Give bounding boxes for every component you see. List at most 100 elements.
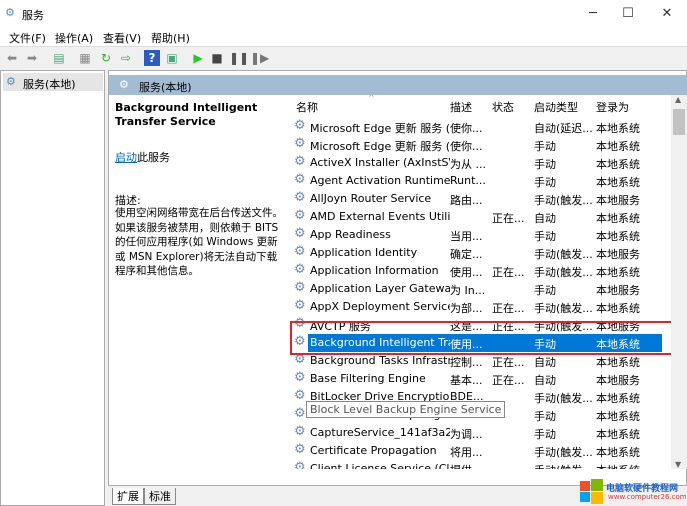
refresh-icon[interactable]: ↻	[98, 50, 114, 66]
cell-1: 将用...	[450, 446, 483, 459]
cell-0: Agent Activation Runtime_...	[310, 174, 450, 187]
highlight-box	[290, 321, 671, 355]
cell-0: Base Filtering Engine	[310, 372, 426, 385]
window-title: 服务	[22, 9, 44, 22]
column-headers: 名称 ^ 描述 状态 启动类型 登录为	[286, 95, 666, 117]
cell-4: 本地系统	[596, 392, 640, 405]
menu-action[interactable]: 操作(A)	[55, 30, 93, 46]
menu-view[interactable]: 查看(V)	[103, 30, 141, 46]
detail-panel: Background Intelligent Transfer Service …	[109, 95, 286, 475]
service-row[interactable]: ⚙ Client License Service (Clip...提供... 手动(…	[286, 460, 666, 469]
scrollbar-thumb[interactable]	[673, 109, 685, 135]
cell-0: Certificate Propagation	[310, 444, 437, 457]
scroll-down-icon[interactable]: ▼	[675, 460, 681, 469]
view-icon[interactable]: ▣	[164, 50, 180, 66]
menu-file[interactable]: 文件(F)	[9, 30, 46, 46]
service-row[interactable]: ⚙ AMD External Events Utility 正在... 自动 本地系统	[286, 208, 666, 226]
menu-help[interactable]: 帮助(H)	[151, 30, 190, 46]
cell-3: 手动	[534, 428, 556, 441]
service-row[interactable]: ⚙ Application Identity 确定... 手动(触发... 本地服务	[286, 244, 666, 262]
properties-icon[interactable]: ▦	[77, 50, 93, 66]
service-row[interactable]: ⚙ Agent Activation Runtime_...Runt... 手动 本地…	[286, 172, 666, 190]
stop-icon[interactable]: ■	[209, 50, 225, 66]
cell-4: 本地服务	[596, 374, 640, 387]
view-tabs: 扩展 标准	[108, 486, 308, 506]
cell-0: AllJoyn Router Service	[310, 192, 432, 205]
cell-4: 本地系统	[596, 410, 640, 423]
cell-0: Microsoft Edge 更新 服务 (...	[310, 122, 450, 135]
cell-4: 本地系统	[596, 140, 640, 153]
cell-1: 基本...	[450, 374, 483, 387]
column-name[interactable]: 名称	[296, 99, 318, 115]
cell-1: 为调...	[450, 428, 483, 441]
service-row[interactable]: ⚙ CaptureService_141af3a2 为调... 手动 本地系统	[286, 424, 666, 442]
cell-4: 本地系统	[596, 428, 640, 441]
console-tree-icon[interactable]: ▤	[51, 50, 67, 66]
column-status[interactable]: 状态	[492, 99, 514, 115]
gear-icon: ⚙	[294, 442, 306, 457]
cell-4: 本地系统	[596, 230, 640, 243]
back-icon[interactable]: ⬅	[4, 50, 20, 66]
service-row[interactable]: ⚙ Application Information 使用... 正在... 手动(触发.…	[286, 262, 666, 280]
pane-header: ⚙ 服务(本地)	[109, 75, 687, 95]
forward-icon[interactable]: ➡	[24, 50, 40, 66]
service-row[interactable]: ⚙ Microsoft Edge 更新 服务 (... 使你... 自动(延迟... 本…	[286, 118, 666, 136]
resume-icon[interactable]: ❚▶	[250, 50, 269, 66]
close-button[interactable]: ✕	[652, 4, 682, 24]
description-text: 使用空闲网络带宽在后台传送文件。如果该服务被禁用，则依赖于 BITS 的任何应用…	[115, 207, 283, 277]
cell-3: 手动(触发...	[534, 302, 593, 315]
cell-1: 使你...	[450, 140, 483, 153]
service-row[interactable]: ⚙ Application Layer Gateway ...为 In... 手动 本…	[286, 280, 666, 298]
watermark-url: www.computer26.com	[608, 493, 687, 501]
cell-1: 使你...	[450, 122, 483, 135]
service-row[interactable]: ⚙ AppX Deployment Service ...为部... 正在... 手动…	[286, 298, 666, 316]
cell-1: Runt...	[450, 174, 486, 187]
cell-4: 本地系统	[596, 446, 640, 459]
vertical-scrollbar[interactable]: ▲ ▼	[671, 95, 687, 469]
service-row[interactable]: ⚙ Microsoft Edge 更新 服务 (... 使你... 手动 本地系统	[286, 136, 666, 154]
service-row[interactable]: ⚙ Base Filtering Engine 基本... 正在... 自动 本地服务	[286, 370, 666, 388]
services-icon: ⚙	[5, 6, 15, 19]
pause-icon[interactable]: ❚❚	[229, 50, 249, 66]
cell-3: 手动	[534, 410, 556, 423]
scroll-up-icon[interactable]: ▲	[675, 95, 681, 104]
service-row[interactable]: ⚙ ActiveX Installer (AxInstSV) 为从 ... 手动 本地系…	[286, 154, 666, 172]
gear-icon: ⚙	[294, 370, 306, 385]
maximize-button[interactable]: ☐	[613, 4, 643, 24]
start-service-link[interactable]: 启动	[115, 151, 137, 164]
tab-extended[interactable]: 扩展	[112, 488, 144, 505]
play-icon[interactable]: ▶	[190, 50, 206, 66]
column-startup-type[interactable]: 启动类型	[534, 99, 578, 115]
cell-0: Application Information	[310, 264, 439, 277]
cell-1: 为从 ...	[450, 158, 486, 171]
services-icon: ⚙	[6, 75, 16, 88]
tree-item-label: 服务(本地)	[23, 78, 76, 91]
gear-icon: ⚙	[294, 208, 306, 223]
tree-item-services-local[interactable]: ⚙ 服务(本地)	[3, 73, 103, 91]
minimize-button[interactable]: ─	[578, 4, 608, 24]
gear-icon: ⚙	[294, 154, 306, 169]
column-log-on-as[interactable]: 登录为	[596, 99, 629, 115]
export-icon[interactable]: ⇨	[118, 50, 134, 66]
column-description[interactable]: 描述	[450, 99, 472, 115]
cell-2: 正在...	[492, 266, 525, 279]
cell-3: 自动	[534, 212, 556, 225]
cell-0: Microsoft Edge 更新 服务 (...	[310, 140, 450, 153]
cell-3: 手动	[534, 230, 556, 243]
services-icon: ⚙	[119, 78, 129, 91]
gear-icon: ⚙	[294, 424, 306, 439]
cell-4: 本地系统	[596, 462, 660, 469]
tab-standard[interactable]: 标准	[144, 488, 176, 505]
cell-4: 本地系统	[596, 158, 640, 171]
cell-1: 为部...	[450, 302, 483, 315]
gear-icon: ⚙	[294, 262, 306, 277]
cell-4: 本地系统	[596, 302, 640, 315]
cell-3: 手动(触发...	[534, 194, 593, 207]
service-row[interactable]: ⚙ App Readiness 当用... 手动 本地系统	[286, 226, 666, 244]
cell-3: 自动(延迟...	[534, 122, 593, 135]
service-row[interactable]: ⚙ AllJoyn Router Service 路由... 手动(触发... 本地服务	[286, 190, 666, 208]
cell-3: 手动	[534, 158, 556, 171]
help-icon[interactable]: ?	[144, 50, 160, 66]
cell-0: AppX Deployment Service ...	[310, 300, 450, 313]
service-row[interactable]: ⚙ Certificate Propagation 将用... 手动(触发... 本地系…	[286, 442, 666, 460]
